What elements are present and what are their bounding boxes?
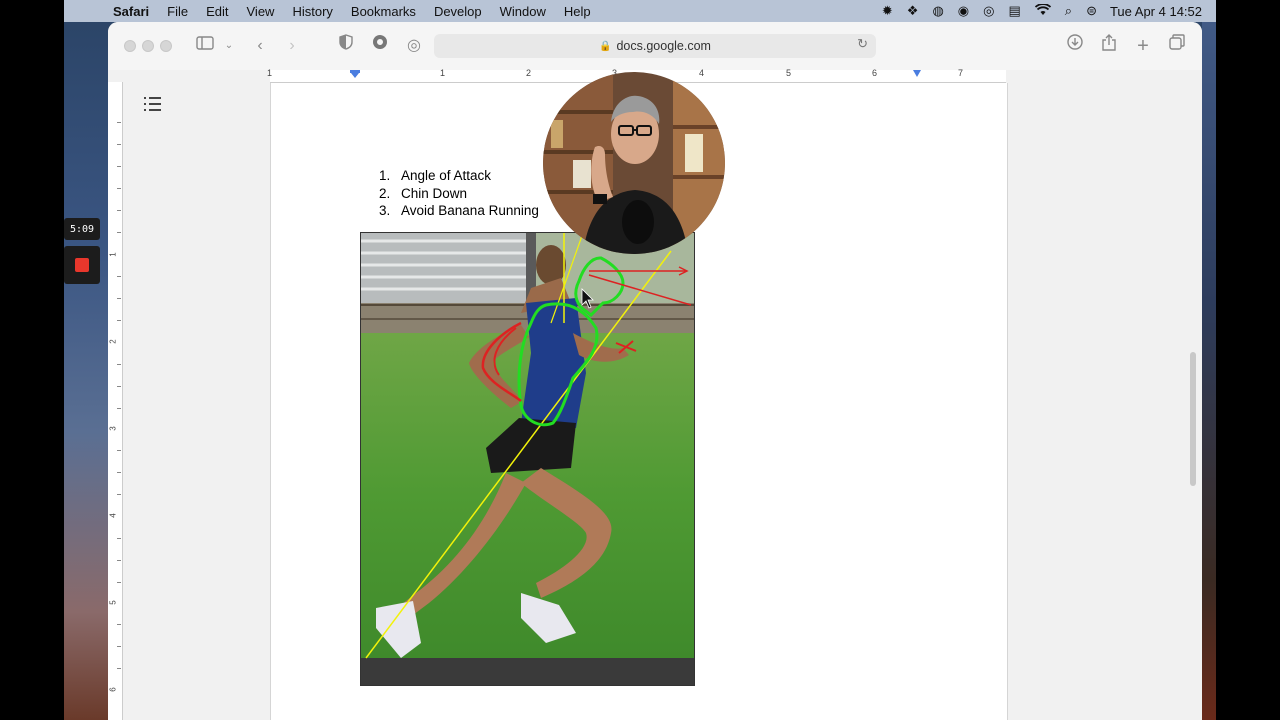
left-indent-marker[interactable] [350, 70, 360, 78]
list-number: 2. [379, 185, 391, 201]
ruler-tick [117, 560, 121, 561]
vertical-scrollbar[interactable] [1190, 352, 1196, 486]
url-text: docs.google.com [616, 39, 711, 53]
ruler-tick [117, 646, 121, 647]
ruler-h-number: 1 [440, 68, 446, 78]
ruler-tick [117, 450, 121, 451]
ruler-tick [117, 210, 121, 211]
ruler-tick [117, 582, 121, 583]
control-center-icon[interactable]: ⊜ [1086, 3, 1097, 19]
ruler-tick [117, 188, 121, 189]
chevron-down-icon[interactable]: ⌄ [222, 34, 236, 58]
globe-icon[interactable]: ◍ [932, 3, 943, 19]
menu-develop[interactable]: Develop [434, 4, 482, 19]
download-icon[interactable] [1064, 34, 1086, 58]
ruler-v-number: 2 [108, 339, 118, 344]
list-number: 1. [379, 168, 391, 183]
ruler-tick [117, 386, 121, 387]
document-outline-icon[interactable] [144, 94, 164, 114]
extension-icon[interactable] [370, 34, 390, 58]
browser-toolbar: ⌄ ‹ › ◎ 🔒 docs.google.com ↻ + [108, 22, 1202, 70]
ruler-v-number: 1 [108, 252, 118, 257]
close-button[interactable] [124, 40, 136, 52]
keyboard-icon[interactable]: ▤ [1008, 3, 1020, 19]
menu-help[interactable]: Help [564, 4, 591, 19]
back-icon[interactable]: ‹ [250, 34, 270, 58]
list-item[interactable]: 2. Chin Down [379, 185, 539, 203]
ruler-tick [117, 320, 121, 321]
list-text: Chin Down [401, 185, 468, 201]
menu-window[interactable]: Window [500, 4, 546, 19]
dropbox-icon[interactable]: ❖ [907, 3, 919, 19]
ruler-tick [117, 276, 121, 277]
ruler-tick [117, 144, 121, 145]
runner-photo[interactable] [360, 232, 695, 686]
ruler-tick [117, 232, 121, 233]
reload-icon[interactable]: ↻ [857, 36, 868, 52]
privacy-report-icon[interactable]: ◎ [404, 34, 424, 58]
lock-icon: 🔒 [599, 40, 612, 52]
stop-icon [75, 258, 89, 272]
gear-icon[interactable]: ✹ [882, 3, 893, 19]
ruler-tick [117, 364, 121, 365]
ruler-tick [117, 122, 121, 123]
vertical-ruler: 1 2 3 4 5 6 [108, 82, 123, 720]
list-item[interactable]: 1. Angle of Attack [379, 167, 539, 185]
menu-file[interactable]: File [167, 4, 188, 19]
tab-overview-icon[interactable] [1166, 34, 1188, 58]
zoom-button[interactable] [160, 40, 172, 52]
ruler-tick [117, 538, 121, 539]
ruler-tick [117, 472, 121, 473]
address-bar[interactable]: 🔒 docs.google.com ↻ [434, 34, 876, 58]
ruler-h-number: 2 [526, 68, 532, 78]
stop-recording-button[interactable] [64, 246, 100, 284]
vpn-icon[interactable]: ◎ [983, 3, 994, 19]
search-icon[interactable]: ⌕ [1065, 3, 1072, 19]
ruler-tick [117, 668, 121, 669]
ruler-tick [117, 298, 121, 299]
ruler-tick [117, 624, 121, 625]
shield-icon[interactable] [336, 34, 356, 58]
webcam-overlay[interactable] [543, 72, 725, 254]
list-item[interactable]: 3. Avoid Banana Running [379, 202, 539, 220]
menu-view[interactable]: View [247, 4, 275, 19]
sidebar-toggle-icon[interactable] [194, 34, 216, 58]
ruler-v-number: 6 [108, 687, 118, 692]
ruler-h-number: 6 [872, 68, 878, 78]
ruler-v-number: 5 [108, 600, 118, 605]
ruler-v-number: 4 [108, 513, 118, 518]
ruler-v-number: 3 [108, 426, 118, 431]
list-text: Avoid Banana Running [401, 203, 539, 218]
ruler-h-number: 4 [699, 68, 705, 78]
desktop-edge [1202, 22, 1216, 720]
ruler-h-number: 1 [267, 68, 273, 78]
ruler-tick [117, 494, 121, 495]
ruler-tick [117, 166, 121, 167]
ruler-h-number: 7 [958, 68, 964, 78]
list-text: Angle of Attack [401, 168, 492, 183]
bleachers [361, 233, 536, 313]
menu-edit[interactable]: Edit [206, 4, 228, 19]
forward-icon[interactable]: › [282, 34, 302, 58]
screen-record-icon[interactable]: ◉ [958, 3, 969, 19]
menu-history[interactable]: History [292, 4, 332, 19]
status-area: ✹ ❖ ◍ ◉ ◎ ▤ ⌕ ⊜ Tue Apr 4 14:52 [875, 2, 1202, 19]
recording-timer: 5:09 [64, 218, 100, 240]
letterbox-left [0, 0, 64, 720]
wifi-icon[interactable] [1034, 2, 1051, 19]
clock[interactable]: Tue Apr 4 14:52 [1110, 4, 1202, 19]
new-tab-icon[interactable]: + [1132, 34, 1154, 58]
minimize-button[interactable] [142, 40, 154, 52]
right-indent-marker[interactable] [912, 70, 922, 78]
ruler-h-number: 5 [786, 68, 792, 78]
menu-safari[interactable]: Safari [113, 4, 149, 19]
share-icon[interactable] [1098, 34, 1120, 58]
menu-bookmarks[interactable]: Bookmarks [351, 4, 416, 19]
ruler-tick [117, 408, 121, 409]
numbered-list: 1. Angle of Attack 2. Chin Down 3. Avoid Ba… [379, 167, 539, 220]
letterbox-right [1216, 0, 1280, 720]
list-number: 3. [379, 203, 391, 218]
menu-bar: Safari File Edit View History Bookmarks … [64, 0, 1216, 22]
